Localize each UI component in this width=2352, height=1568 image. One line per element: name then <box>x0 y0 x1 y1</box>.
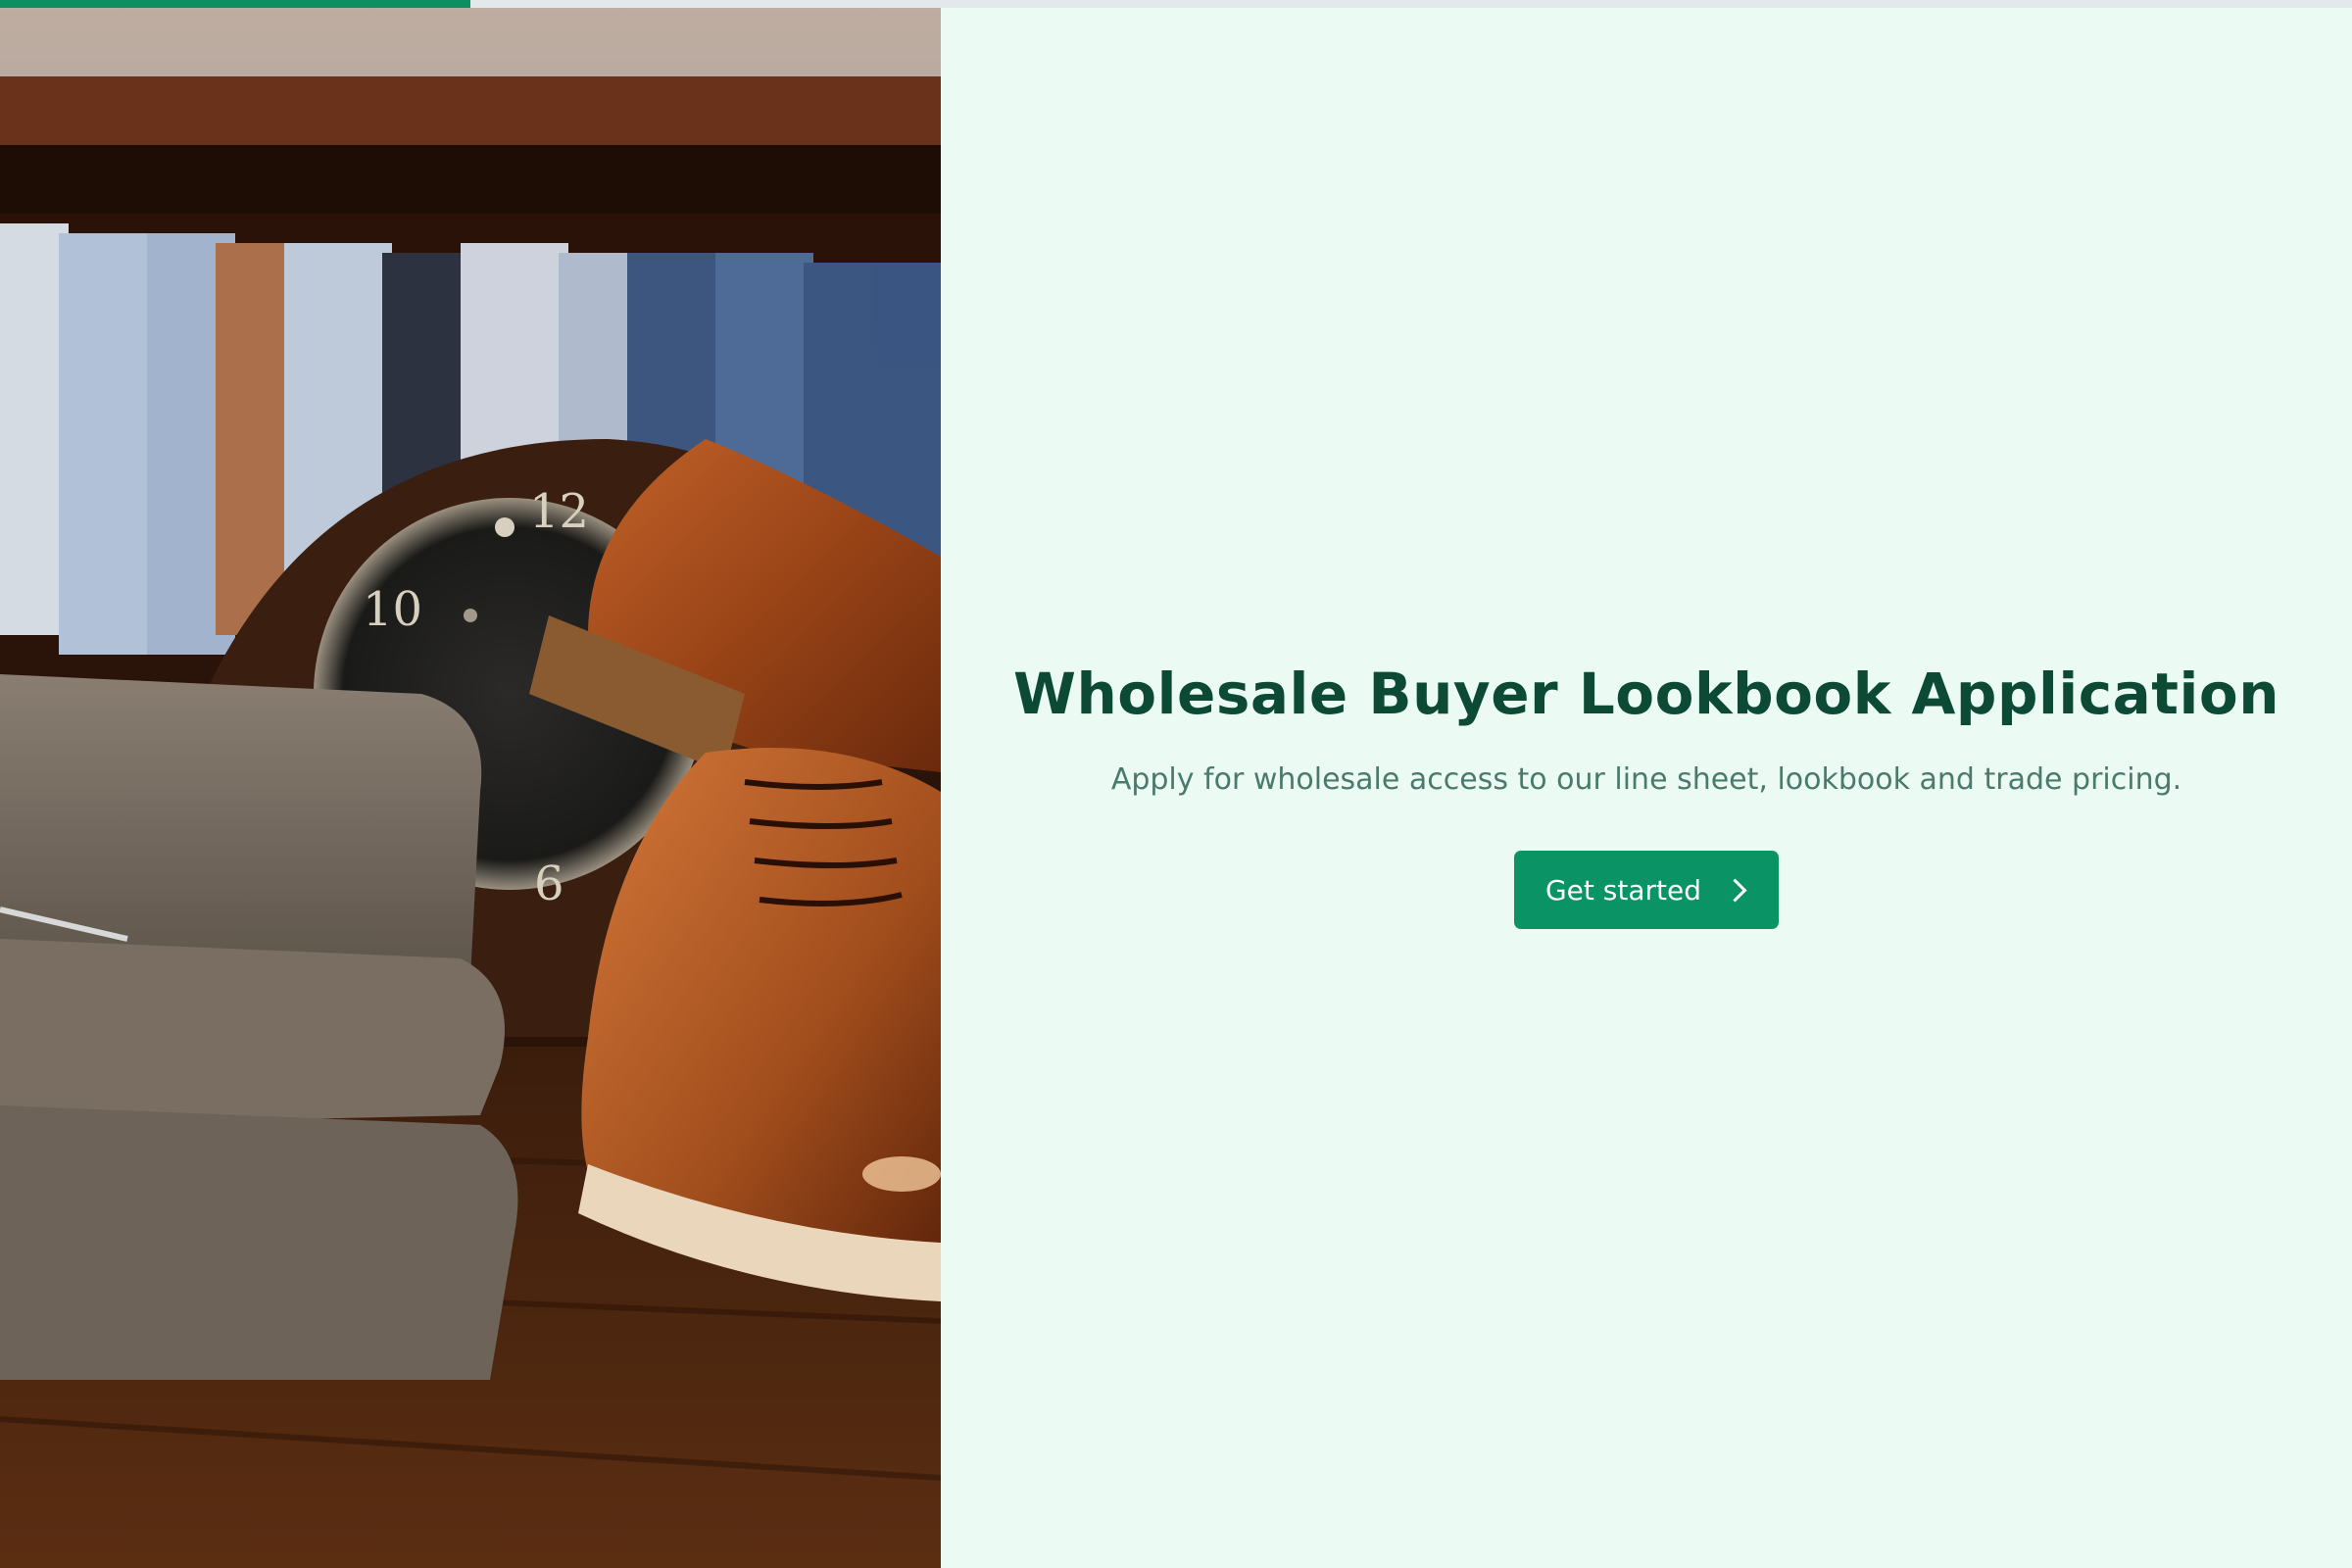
page-title: Wholesale Buyer Lookbook Application <box>1013 661 2279 727</box>
intro-panel: Wholesale Buyer Lookbook Application App… <box>941 8 2352 1568</box>
page-subtitle: Apply for wholesale access to our line s… <box>1110 762 2182 797</box>
get-started-button[interactable]: Get started <box>1513 851 1780 929</box>
get-started-label: Get started <box>1544 873 1702 906</box>
svg-text:10: 10 <box>363 582 422 637</box>
progress-bar <box>0 0 2352 8</box>
hero-photo-illustration: 12 10 6 <box>0 8 941 1568</box>
intro-content: Wholesale Buyer Lookbook Application App… <box>941 655 2352 929</box>
hero-image: 12 10 6 <box>0 8 941 1568</box>
svg-text:12: 12 <box>529 484 589 539</box>
progress-bar-fill <box>0 0 470 8</box>
chevron-right-icon <box>1723 877 1747 903</box>
svg-text:6: 6 <box>534 857 564 911</box>
